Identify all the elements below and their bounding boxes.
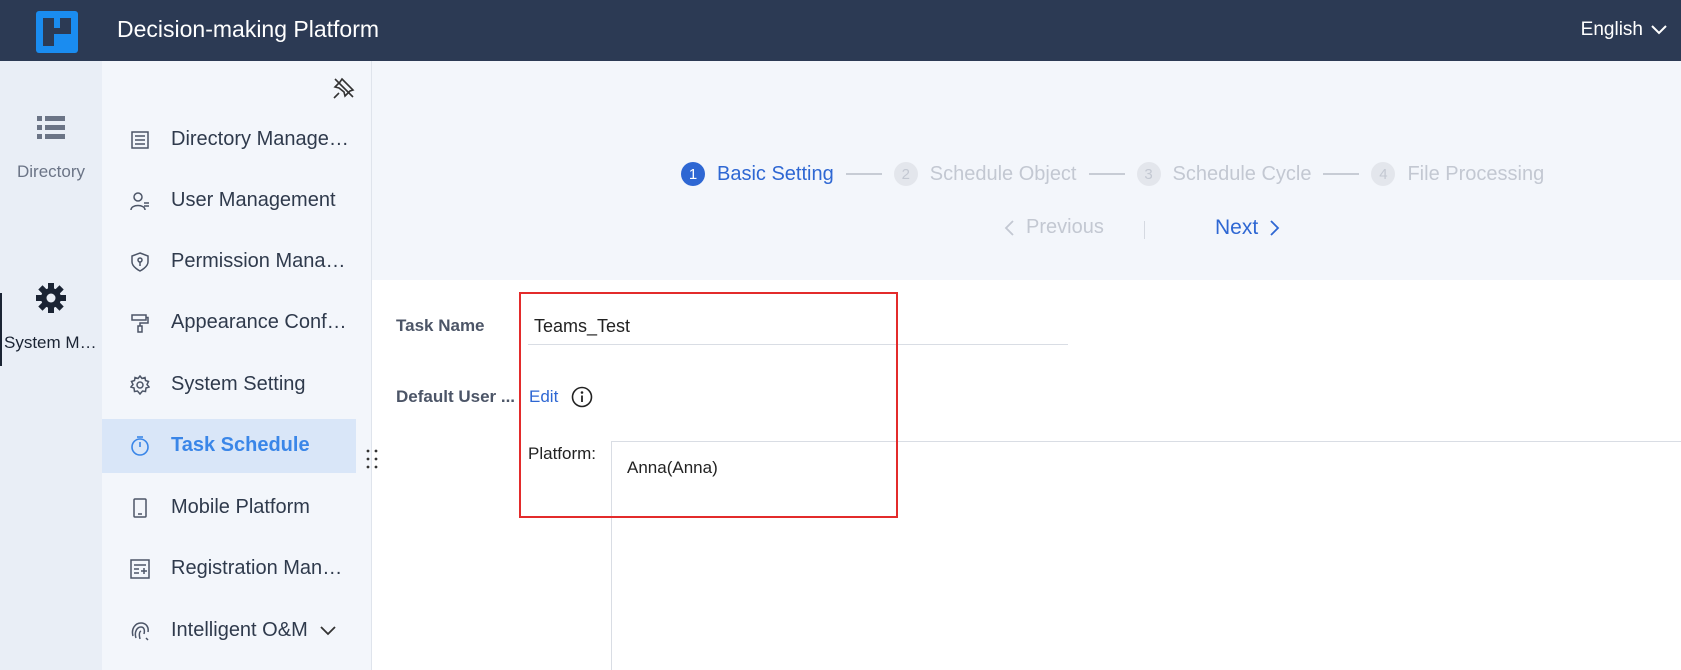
previous-button[interactable]: Previous — [1004, 216, 1104, 239]
chevron-down-icon — [1651, 25, 1667, 35]
step-number: 3 — [1136, 162, 1161, 186]
sidebar-item-appearance-configuration[interactable]: Appearance Configuration — [102, 296, 356, 350]
rail-label-directory: Directory — [16, 162, 85, 181]
step-connector — [1088, 173, 1125, 175]
platform-label: Platform: — [528, 444, 597, 463]
default-user-label: Default User ... — [396, 387, 516, 406]
sidebar-item-task-schedule[interactable]: Task Schedule — [102, 419, 356, 473]
sidebar-item-registration-management[interactable]: Registration Management — [102, 542, 356, 596]
previous-label: Previous — [1026, 216, 1104, 238]
list-icon — [37, 116, 65, 139]
sidebar-item-label: Permission Management — [171, 250, 351, 272]
shield-icon — [131, 252, 149, 272]
step-label: Schedule Cycle — [1172, 162, 1312, 185]
edit-link[interactable]: Edit — [529, 387, 558, 407]
language-label: English — [1580, 19, 1643, 40]
sidebar-item-label: System Setting — [171, 373, 306, 395]
next-label: Next — [1215, 216, 1259, 239]
gear-icon — [36, 283, 66, 313]
stopwatch-icon — [131, 436, 149, 456]
step-file-processing[interactable]: 4 File Processing — [1371, 162, 1544, 186]
mobile-icon — [133, 498, 147, 518]
task-name-input[interactable] — [528, 309, 1068, 345]
sidebar-item-label: Appearance Configuration — [171, 311, 351, 333]
sidebar-item-label: Registration Management — [171, 557, 351, 579]
sidebar-item-label: User Management — [171, 189, 336, 211]
task-name-label: Task Name — [396, 316, 485, 335]
rail-item-directory[interactable]: Directory — [0, 116, 102, 182]
user-entry: Anna(Anna) — [627, 458, 718, 477]
step-number: 4 — [1371, 162, 1396, 186]
user-icon — [130, 192, 149, 211]
chevron-left-icon — [1004, 219, 1014, 236]
sidebar-item-mobile-platform[interactable]: Mobile Platform — [102, 481, 356, 535]
sidebar-item-user-management[interactable]: User Management — [102, 174, 356, 228]
directory-icon — [131, 131, 149, 149]
chevron-down-icon — [320, 626, 336, 636]
sidebar-menu: Directory Management User Management Per… — [102, 61, 372, 670]
chevron-right-icon — [1270, 220, 1280, 236]
step-label: Basic Setting — [717, 162, 834, 185]
language-selector[interactable]: English — [1581, 19, 1667, 41]
sidebar-item-label: Directory Management — [171, 128, 351, 150]
step-number: 2 — [893, 162, 918, 186]
sidebar-item-label: Intelligent O&M — [171, 619, 308, 641]
sidebar-item-label: Task Schedule — [171, 434, 310, 456]
sidebar-item-label: Mobile Platform — [171, 496, 310, 518]
sidebar-item-system-setting[interactable]: System Setting — [102, 358, 356, 412]
default-users-box[interactable]: Anna(Anna) — [611, 441, 1681, 670]
step-number: 1 — [681, 162, 705, 186]
fingerprint-icon — [131, 622, 149, 641]
rail-label-system: System Management — [4, 333, 102, 352]
sidebar-item-directory-management[interactable]: Directory Management — [102, 113, 356, 167]
registration-icon — [130, 559, 150, 579]
step-connector — [1323, 173, 1360, 175]
nav-divider — [1144, 221, 1145, 239]
step-basic-setting[interactable]: 1 Basic Setting — [681, 162, 834, 186]
step-connector — [845, 173, 882, 175]
left-rail: Directory System Management — [0, 61, 102, 670]
rail-item-system[interactable]: System Management — [0, 283, 102, 353]
paint-roller-icon — [131, 314, 149, 333]
pin-icon[interactable] — [332, 76, 356, 100]
sidebar-item-permission-management[interactable]: Permission Management — [102, 235, 356, 289]
sidebar-item-intelligent-om[interactable]: Intelligent O&M — [102, 604, 356, 658]
top-header: Decision-making Platform English — [0, 0, 1681, 61]
wizard-steps: 1 Basic Setting 2 Schedule Object 3 Sche… — [681, 161, 1544, 187]
app-title: Decision-making Platform — [117, 16, 380, 42]
step-label: Schedule Object — [929, 162, 1077, 185]
gear-icon — [130, 375, 150, 395]
info-icon[interactable] — [571, 386, 593, 408]
next-button[interactable]: Next — [1215, 216, 1280, 240]
step-label: File Processing — [1407, 162, 1545, 185]
logo-icon — [36, 11, 78, 53]
resize-handle-icon[interactable] — [364, 448, 380, 470]
step-schedule-cycle[interactable]: 3 Schedule Cycle — [1136, 162, 1312, 186]
step-schedule-object[interactable]: 2 Schedule Object — [893, 162, 1077, 186]
